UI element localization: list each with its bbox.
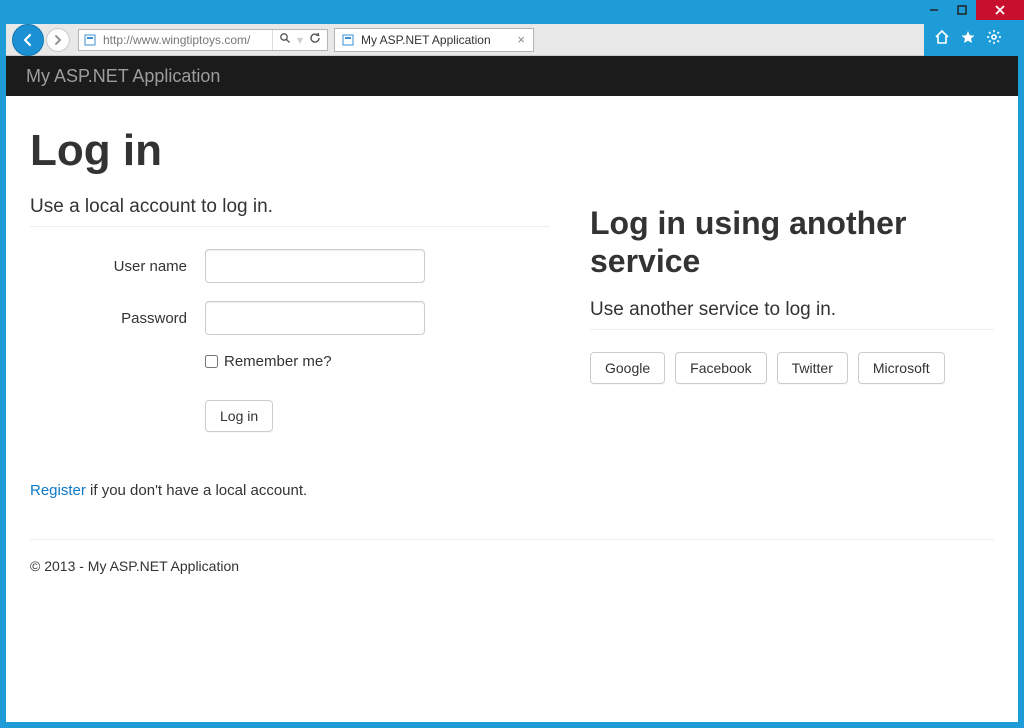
username-input[interactable] [205, 249, 425, 283]
navbar-brand[interactable]: My ASP.NET Application [26, 66, 220, 87]
window-minimize-button[interactable] [920, 0, 948, 20]
provider-microsoft-button[interactable]: Microsoft [858, 352, 945, 384]
register-text: if you don't have a local account. [86, 482, 307, 499]
window-titlebar [0, 0, 1024, 24]
username-label: User name [30, 258, 205, 275]
divider [590, 329, 994, 330]
site-favicon-icon [81, 31, 99, 49]
address-url: http://www.wingtiptoys.com/ [99, 33, 272, 47]
address-bar[interactable]: http://www.wingtiptoys.com/ ▾ [78, 29, 328, 51]
refresh-icon[interactable] [309, 32, 321, 47]
login-button[interactable]: Log in [205, 400, 273, 432]
password-input[interactable] [205, 301, 425, 335]
address-tools: ▾ [272, 30, 327, 50]
favorites-icon[interactable] [960, 29, 976, 50]
back-button[interactable] [12, 24, 44, 56]
tab-close-icon[interactable]: × [515, 32, 527, 47]
remember-label[interactable]: Remember me? [224, 353, 332, 370]
gear-icon[interactable] [986, 29, 1002, 50]
browser-tab[interactable]: My ASP.NET Application × [334, 28, 534, 52]
remember-checkbox[interactable] [205, 355, 218, 368]
provider-facebook-button[interactable]: Facebook [675, 352, 766, 384]
local-login-heading: Use a local account to log in. [30, 196, 550, 218]
footer: © 2013 - My ASP.NET Application [30, 539, 994, 574]
provider-twitter-button[interactable]: Twitter [777, 352, 848, 384]
register-link[interactable]: Register [30, 482, 86, 499]
forward-button[interactable] [46, 28, 70, 52]
register-line: Register if you don't have a local accou… [30, 482, 550, 499]
page-title: Log in [30, 126, 994, 176]
separator: ▾ [297, 33, 303, 47]
home-icon[interactable] [934, 29, 950, 50]
page-content: My ASP.NET Application Log in Use a loca… [6, 56, 1018, 722]
browser-right-icons [934, 29, 1008, 50]
external-login-sub: Use another service to log in. [590, 299, 994, 321]
provider-google-button[interactable]: Google [590, 352, 665, 384]
window-maximize-button[interactable] [948, 0, 976, 20]
footer-text: © 2013 - My ASP.NET Application [30, 558, 239, 574]
search-icon[interactable] [279, 32, 291, 47]
password-label: Password [30, 310, 205, 327]
divider [30, 226, 550, 227]
tab-favicon-icon [341, 33, 355, 47]
navbar: My ASP.NET Application [6, 56, 1018, 96]
external-login-title: Log in using another service [590, 204, 994, 281]
tab-title: My ASP.NET Application [361, 33, 515, 47]
window-close-button[interactable] [976, 0, 1024, 20]
